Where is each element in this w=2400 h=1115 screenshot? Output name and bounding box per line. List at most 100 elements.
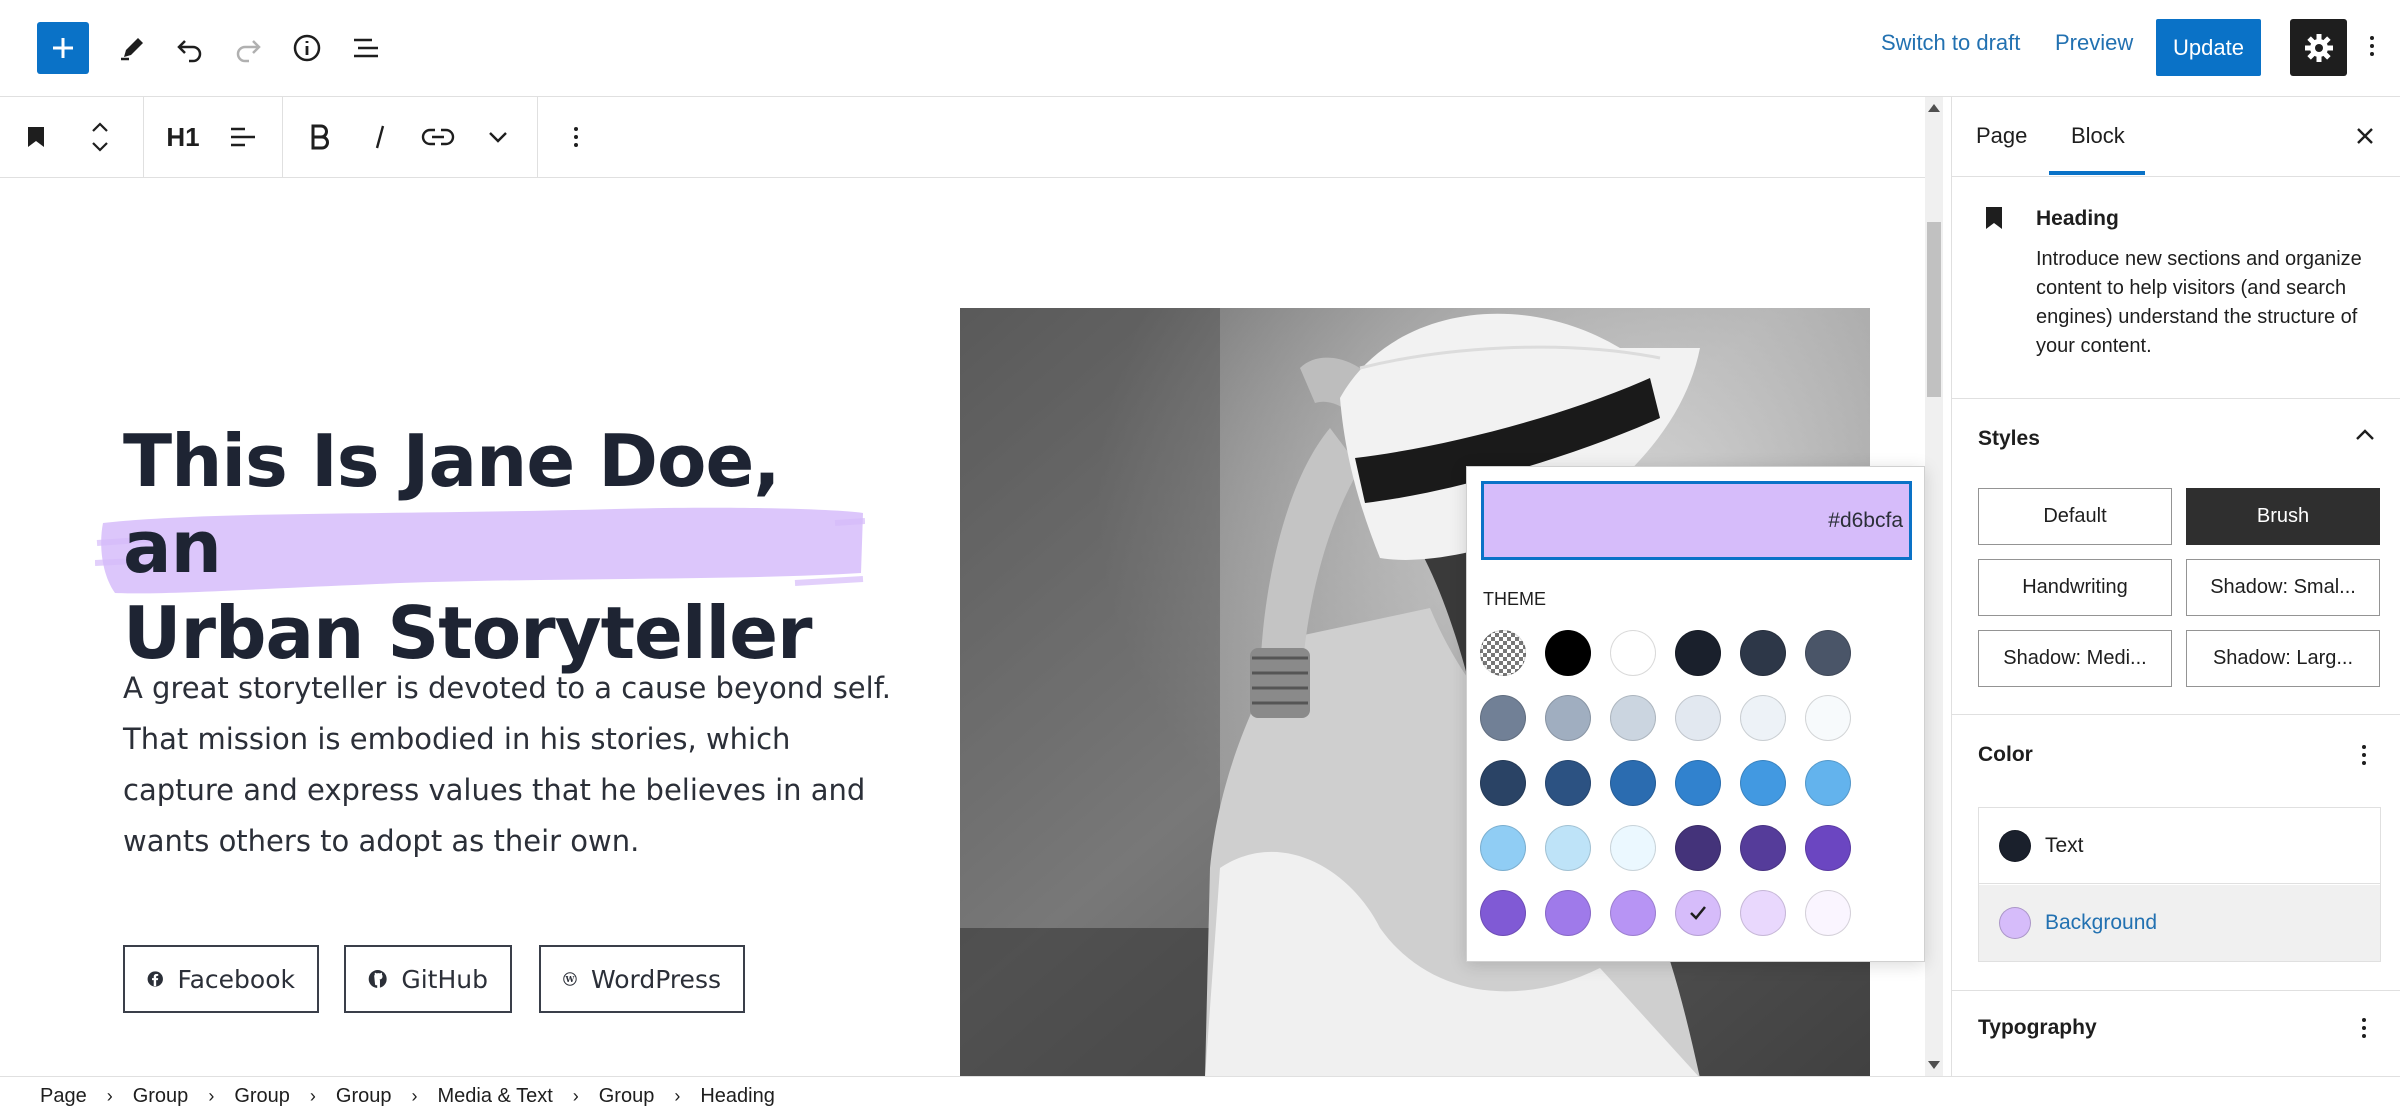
color-swatch[interactable] [1805, 630, 1851, 676]
style-brush-button[interactable]: Brush [2186, 488, 2380, 545]
list-view-button[interactable] [340, 22, 392, 74]
scroll-thumb[interactable] [1927, 222, 1941, 397]
chevron-down-icon[interactable] [90, 141, 110, 153]
italic-button[interactable] [358, 111, 402, 163]
move-block-buttons[interactable] [80, 111, 120, 163]
heading-line-1: This Is Jane Doe, an [123, 419, 781, 589]
color-swatch[interactable] [1675, 760, 1721, 806]
typography-options-button[interactable] [2354, 1010, 2374, 1046]
color-swatch[interactable] [1545, 825, 1591, 871]
color-swatch[interactable] [1480, 760, 1526, 806]
style-shadow-small-button[interactable]: Shadow: Smal... [2186, 559, 2380, 616]
more-rich-text-button[interactable] [476, 111, 520, 163]
social-label: WordPress [590, 964, 721, 994]
color-swatch[interactable] [1480, 695, 1526, 741]
color-swatch[interactable] [1545, 890, 1591, 936]
chevron-down-icon [489, 132, 507, 143]
style-shadow-large-button[interactable]: Shadow: Larg... [2186, 630, 2380, 687]
breadcrumb-item[interactable]: Group [336, 1085, 392, 1108]
chevron-right-icon: › [208, 1085, 215, 1106]
style-shadow-medium-button[interactable]: Shadow: Medi... [1978, 630, 2172, 687]
add-block-button[interactable] [37, 22, 89, 74]
color-swatch[interactable] [1805, 695, 1851, 741]
styles-panel-title[interactable]: Styles [1978, 427, 2040, 451]
align-text-button[interactable] [218, 111, 268, 163]
block-breadcrumb: Page › Group › Group › Group › Media & Text › Grou… [0, 1076, 2400, 1115]
tab-block[interactable]: Block [2071, 123, 2125, 149]
breadcrumb-item[interactable]: Group [599, 1085, 655, 1108]
breadcrumb-item[interactable]: Page [40, 1085, 87, 1108]
block-name: Heading [2036, 207, 2119, 230]
color-swatch[interactable] [1675, 825, 1721, 871]
chevron-up-icon[interactable] [2354, 428, 2376, 442]
hex-value: #d6bcfa [1828, 508, 1903, 532]
list-view-icon [354, 38, 378, 58]
hex-color-input[interactable]: #d6bcfa [1481, 481, 1912, 560]
bold-button[interactable] [298, 111, 342, 163]
color-swatch[interactable] [1740, 825, 1786, 871]
color-swatch[interactable] [1610, 695, 1656, 741]
background-color-label: Background [2045, 911, 2158, 934]
background-color-indicator [1999, 907, 2031, 939]
close-icon[interactable] [2348, 119, 2382, 153]
chevron-up-icon[interactable] [90, 121, 110, 133]
text-color-label: Text [2045, 833, 2084, 857]
color-options-button[interactable] [2354, 737, 2374, 773]
color-swatch[interactable] [1740, 630, 1786, 676]
color-swatch[interactable] [1805, 825, 1851, 871]
switch-to-draft-link[interactable]: Switch to draft [1881, 30, 2020, 56]
color-swatch[interactable] [1610, 890, 1656, 936]
intro-paragraph[interactable]: A great storyteller is devoted to a caus… [123, 663, 893, 867]
breadcrumb-item[interactable]: Media & Text [438, 1085, 553, 1108]
color-swatch[interactable] [1545, 760, 1591, 806]
background-color-item[interactable]: Background [1979, 885, 2380, 961]
heading-level-button[interactable]: H1 [158, 111, 208, 163]
block-options-button[interactable] [566, 119, 586, 155]
color-swatch[interactable] [1740, 890, 1786, 936]
breadcrumb-item[interactable]: Heading [700, 1085, 775, 1108]
color-swatch[interactable] [1675, 630, 1721, 676]
svg-text:W: W [565, 975, 576, 984]
tab-page[interactable]: Page [1976, 123, 2027, 149]
block-type-button[interactable] [14, 111, 58, 163]
settings-button[interactable] [2290, 19, 2347, 76]
options-menu-button[interactable] [2362, 28, 2382, 64]
style-default-button[interactable]: Default [1978, 488, 2172, 545]
text-color-item[interactable]: Text [1979, 808, 2380, 884]
breadcrumb-item[interactable]: Group [234, 1085, 290, 1108]
scroll-up-arrow[interactable] [1928, 104, 1940, 112]
color-swatch[interactable] [1805, 760, 1851, 806]
color-swatch[interactable] [1610, 630, 1656, 676]
update-button[interactable]: Update [2156, 19, 2261, 76]
color-swatch[interactable] [1740, 760, 1786, 806]
color-swatch[interactable] [1545, 695, 1591, 741]
color-swatch[interactable] [1740, 695, 1786, 741]
style-handwriting-button[interactable]: Handwriting [1978, 559, 2172, 616]
color-swatch[interactable] [1675, 890, 1721, 936]
scroll-down-arrow[interactable] [1928, 1061, 1940, 1069]
swatch-transparent[interactable] [1480, 630, 1526, 676]
color-swatch[interactable] [1480, 890, 1526, 936]
social-github-button[interactable]: GitHub [344, 945, 512, 1013]
page-heading[interactable]: This Is Jane Doe, an Urban Storyteller [123, 418, 895, 676]
color-swatch[interactable] [1545, 630, 1591, 676]
canvas-scrollbar[interactable] [1925, 97, 1943, 1076]
color-swatch[interactable] [1675, 695, 1721, 741]
undo-button[interactable] [164, 22, 216, 74]
preview-link[interactable]: Preview [2055, 30, 2133, 56]
settings-sidebar: Page Block Heading Introduce new section… [1951, 97, 2400, 1076]
social-facebook-button[interactable]: Facebook [123, 945, 319, 1013]
link-button[interactable] [416, 111, 460, 163]
color-panel-title: Color [1978, 743, 2033, 766]
color-swatch[interactable] [1610, 825, 1656, 871]
color-swatch[interactable] [1480, 825, 1526, 871]
details-button[interactable] [281, 22, 333, 74]
heading-block[interactable]: This Is Jane Doe, an Urban Storyteller [95, 418, 895, 675]
redo-button[interactable] [222, 22, 274, 74]
social-wordpress-button[interactable]: W WordPress [539, 945, 745, 1013]
color-swatch[interactable] [1610, 760, 1656, 806]
tools-button[interactable] [105, 22, 157, 74]
breadcrumb-item[interactable]: Group [133, 1085, 189, 1108]
color-swatch[interactable] [1805, 890, 1851, 936]
panel-divider [1952, 714, 2400, 715]
